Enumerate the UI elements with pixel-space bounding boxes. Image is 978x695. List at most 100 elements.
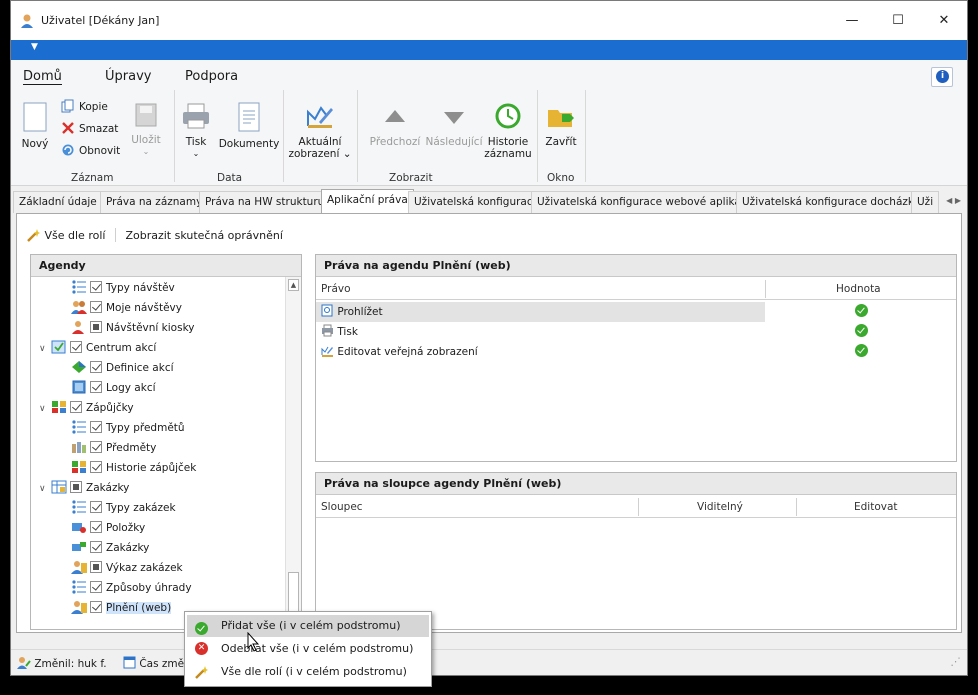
tree-scrollbar[interactable]: ▲ [285, 277, 301, 629]
tree-item-label: Definice akcí [106, 362, 174, 374]
current-view-button[interactable]: Aktuální zobrazení ⌄ [287, 102, 353, 160]
tree-checkbox[interactable] [90, 281, 102, 293]
people-icon [71, 301, 87, 314]
tree-item[interactable]: Typy zakázek [71, 498, 176, 518]
tab-scroll-arrows[interactable]: ◀ ▶ [946, 196, 961, 205]
tab-basic-info[interactable]: Základní údaje [13, 191, 103, 213]
new-button[interactable]: Nový [19, 102, 51, 150]
print-button[interactable]: Tisk ⌄ [179, 102, 213, 160]
tree-item[interactable]: Výkaz zakázek [71, 558, 183, 578]
agenda-rights-title: Práva na agendu Plnění (web) [316, 255, 956, 277]
col-value-header[interactable]: Hodnota [836, 278, 881, 300]
col-visible-header[interactable]: Viditelný [697, 496, 743, 518]
tree-item[interactable]: Logy akcí [71, 378, 156, 398]
value-cell[interactable] [855, 322, 868, 342]
menu-add-all[interactable]: Přidat vše (i v celém podstromu) [187, 615, 429, 637]
documents-button[interactable]: Dokumenty [217, 102, 281, 150]
tree-item[interactable]: Typy předmětů [71, 418, 185, 438]
tree-checkbox[interactable] [90, 501, 102, 513]
tree-item[interactable]: ∨ Centrum akcí [39, 338, 156, 358]
next-button[interactable]: Následující [423, 102, 485, 148]
tree-item[interactable]: Moje návštěvy [71, 298, 182, 318]
tree-item[interactable]: Historie zápůjček [71, 458, 196, 478]
tree-checkbox[interactable] [90, 581, 102, 593]
rights-row[interactable]: Tisk [316, 322, 956, 342]
tab-hw-rights[interactable]: Práva na HW strukturu [199, 191, 331, 213]
rights-row[interactable]: Editovat veřejná zobrazení [316, 342, 956, 362]
next-label: Následující [425, 136, 483, 148]
collapse-chevron-icon[interactable]: ∨ [39, 399, 51, 419]
ribbon-tab-support[interactable]: Podpora [185, 69, 238, 84]
tree-checkbox[interactable] [90, 381, 102, 393]
tree-checkbox[interactable] [90, 301, 102, 313]
tab-overflow[interactable]: Uži [911, 191, 940, 213]
help-button[interactable]: i [931, 67, 953, 87]
tab-web-config[interactable]: Uživatelská konfigurace webové aplikace [531, 191, 760, 213]
tree-checkbox[interactable] [90, 461, 102, 473]
close-button[interactable]: Zavřít [541, 102, 581, 148]
refresh-button[interactable]: Obnovit [61, 142, 120, 160]
history-button[interactable]: Historie záznamu [483, 102, 533, 160]
tab-user-config[interactable]: Uživatelská konfigurace [408, 191, 546, 213]
tree-item[interactable]: ∨ Zápůjčky [39, 398, 134, 418]
ok-check-icon [195, 622, 208, 635]
group-label-view: Zobrazit [389, 172, 433, 184]
tree-checkbox[interactable] [90, 561, 102, 573]
tree-item-selected[interactable]: Plnění (web) [71, 598, 172, 618]
tree-item[interactable]: Typy návštěv [71, 278, 175, 298]
menu-all-by-roles[interactable]: Vše dle rolí (i v celém podstromu) [187, 661, 429, 683]
all-by-roles-button[interactable]: Vše dle rolí [27, 228, 105, 242]
tree-checkbox[interactable] [90, 441, 102, 453]
tree-item[interactable]: ∨ Zakázky [39, 478, 129, 498]
tree-checkbox[interactable] [70, 341, 82, 353]
tree-item[interactable]: Způsoby úhrady [71, 578, 192, 598]
changed-by-status: Změnil: huk f. [17, 656, 107, 670]
tree-checkbox[interactable] [90, 321, 102, 333]
minimize-button[interactable]: — [829, 1, 875, 40]
tab-attendance-config[interactable]: Uživatelská konfigurace docházky [736, 191, 926, 213]
collapse-chevron-icon[interactable]: ∨ [39, 479, 51, 499]
tree-item[interactable]: Předměty [71, 438, 156, 458]
value-cell[interactable] [855, 342, 868, 362]
tree-item[interactable]: Zakázky [71, 538, 149, 558]
ribbon-tab-home[interactable]: Domů [23, 69, 62, 85]
tree-checkbox[interactable] [70, 401, 82, 413]
value-cell[interactable] [855, 302, 868, 322]
tree-checkbox[interactable] [70, 481, 82, 493]
rights-row[interactable]: Prohlížet [316, 302, 956, 322]
tree-checkbox[interactable] [90, 421, 102, 433]
change-time-text: Čas změ [139, 658, 185, 670]
tree-item[interactable]: Definice akcí [71, 358, 174, 378]
delete-button[interactable]: Smazat [61, 120, 118, 138]
scroll-up-icon[interactable]: ▲ [288, 279, 299, 291]
col-right-header[interactable]: Právo [321, 278, 351, 300]
mouse-cursor-icon [247, 632, 260, 652]
tree-checkbox[interactable] [90, 521, 102, 533]
maximize-button[interactable]: ☐ [875, 1, 921, 40]
previous-button[interactable]: Předchozí [367, 102, 423, 148]
save-button[interactable]: Uložit ⌄ [129, 102, 163, 158]
action-definition-icon [72, 361, 86, 373]
tree-item-label: Typy zakázek [106, 502, 176, 514]
type-list-icon [72, 280, 86, 294]
tree-item-label: Plnění (web) [106, 602, 172, 614]
quick-access-dropdown-icon[interactable]: ▼ [31, 42, 38, 52]
col-column-header[interactable]: Sloupec [321, 496, 363, 518]
tree-item[interactable]: Návštěvní kiosky [71, 318, 195, 338]
copy-button[interactable]: Kopie [61, 98, 108, 116]
tab-app-rights[interactable]: Aplikační práva [321, 189, 414, 213]
tree-checkbox[interactable] [90, 541, 102, 553]
ribbon-tab-edit[interactable]: Úpravy [105, 69, 151, 84]
resize-grip-icon[interactable]: ⋰ [951, 656, 962, 668]
collapse-chevron-icon[interactable]: ∨ [39, 339, 51, 359]
tree-checkbox[interactable] [90, 601, 102, 613]
history-label-2: záznamu [484, 148, 532, 160]
tree-item[interactable]: Položky [71, 518, 145, 538]
new-label: Nový [21, 138, 49, 150]
close-window-button[interactable]: ✕ [921, 1, 967, 40]
tree-checkbox[interactable] [90, 361, 102, 373]
col-edit-header[interactable]: Editovat [854, 496, 898, 518]
tab-record-rights[interactable]: Práva na záznamy [100, 191, 209, 213]
menu-remove-all[interactable]: ✕ Odebrat vše (i v celém podstromu) [187, 638, 429, 660]
show-actual-rights-button[interactable]: Zobrazit skutečná oprávnění [125, 229, 282, 242]
